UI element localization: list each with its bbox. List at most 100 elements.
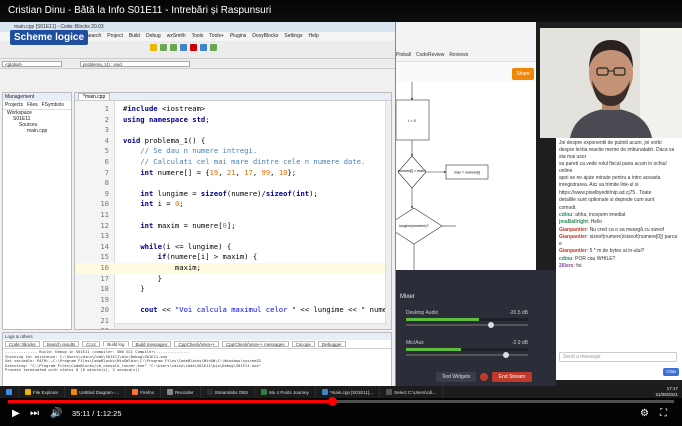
code-line[interactable]: 3 — [75, 125, 391, 136]
code-editor[interactable]: *main.cpp 1 #include <iostream> 2 using nam… — [74, 92, 392, 330]
play-icon[interactable]: ▶ — [12, 408, 20, 420]
diagram-canvas[interactable]: i = 0 numere[i] > max? max = numere[i] l… — [385, 82, 536, 286]
menu-item[interactable]: Settings — [284, 32, 302, 41]
taskbar-item[interactable]: Firefox — [126, 386, 162, 398]
editor-tab-main[interactable]: *main.cpp — [78, 93, 111, 100]
app-icon — [261, 389, 268, 395]
taskbar-item[interactable]: Streamlabs OBS — [201, 386, 256, 398]
taskbar-item[interactable]: File Explorer — [19, 386, 66, 398]
menu-item[interactable]: Plugins — [230, 32, 246, 41]
code-line[interactable]: 20 cout << "Voi calcula maximul celor " … — [75, 305, 391, 316]
bookmark-codereview[interactable]: CodeReview — [416, 52, 444, 58]
code-line[interactable]: 1 #include <iostream> — [75, 104, 391, 115]
debug-icon[interactable] — [200, 44, 207, 51]
build-run-icon[interactable] — [170, 44, 177, 51]
taskbar-item[interactable]: Mu 4 Posts Journey — [255, 386, 316, 398]
code-line[interactable]: 17 } — [75, 274, 391, 285]
taskbar-item[interactable]: Recorder — [161, 386, 201, 398]
log-tab[interactable]: Build messages — [131, 341, 172, 347]
menu-item[interactable]: wxSmith — [167, 32, 186, 41]
code-line[interactable]: 8 — [75, 178, 391, 189]
volume-icon[interactable]: 🔊 — [50, 408, 62, 420]
code-line[interactable]: 5 // Se dau n numere intregi. — [75, 146, 391, 157]
log-tab[interactable]: CppCheck/Vera++ messages — [222, 341, 289, 347]
volume-knob[interactable] — [488, 322, 495, 328]
abort-icon[interactable] — [190, 44, 197, 51]
step-icon[interactable] — [210, 44, 217, 51]
chat-username[interactable]: cdinu — [559, 256, 572, 262]
taskbar-item[interactable]: Untitled Diagram -... — [65, 386, 127, 398]
windows-icon — [6, 389, 12, 395]
menu-item[interactable]: Help — [309, 32, 319, 41]
code-lines[interactable]: 1 #include <iostream> 2 using namespace std… — [75, 104, 391, 329]
run-icon[interactable] — [160, 44, 167, 51]
build-icon[interactable] — [150, 44, 157, 51]
editor-horizontal-scrollbar[interactable] — [115, 323, 387, 329]
volume-slider[interactable] — [406, 322, 528, 328]
chat-username[interactable]: Gianpantier — [559, 248, 587, 254]
progress-knob[interactable] — [327, 397, 337, 406]
code-line[interactable]: 4 void problema_1() { — [75, 136, 391, 147]
log-tab[interactable]: CppCheck/Vera++ — [174, 341, 220, 347]
start-button[interactable] — [0, 386, 19, 398]
code-line[interactable]: 12 int maxim = numere[0]; — [75, 221, 391, 232]
progress-bar[interactable] — [8, 397, 674, 406]
rebuild-icon[interactable] — [180, 44, 187, 51]
fullscreen-icon[interactable]: ⛶ — [660, 408, 667, 420]
bookmark-reviews[interactable]: Reviews — [449, 52, 468, 58]
log-tab[interactable]: Build log — [103, 341, 129, 347]
code-line[interactable]: 10 int i = 0; — [75, 199, 391, 210]
scope-function-select[interactable]: problema_1() : void — [80, 61, 190, 67]
menu-item[interactable]: Build — [129, 32, 140, 41]
tree-main-cpp[interactable]: main.cpp — [3, 128, 71, 134]
log-tab[interactable]: Cscope — [291, 341, 315, 347]
chat-send-button[interactable]: Chat — [663, 368, 679, 376]
code-line[interactable]: 2 using namespace std; — [75, 115, 391, 126]
log-tab[interactable]: Debugger — [317, 341, 346, 347]
taskbar-item[interactable]: *main.cpp [S01E11]... — [316, 386, 381, 398]
taskbar-item[interactable]: Select C:\Users\cdi... — [380, 386, 444, 398]
scope-global-select[interactable]: <global> — [2, 61, 62, 67]
codeblocks-window: main.cpp [S01E11] - Code::Blocks 20.03 F… — [0, 22, 396, 398]
volume-knob[interactable] — [503, 352, 510, 358]
log-tab[interactable]: Cccc — [82, 341, 101, 347]
editor-vertical-scrollbar[interactable] — [385, 101, 391, 329]
code-line[interactable]: 19 — [75, 295, 391, 306]
code-line[interactable]: 11 — [75, 210, 391, 221]
taskbar-item-label: Streamlabs OBS — [214, 389, 249, 395]
chat-username[interactable]: 26lers — [559, 263, 573, 269]
menu-item[interactable]: Project — [107, 32, 123, 41]
next-icon[interactable]: ⏭ — [30, 408, 39, 420]
log-tab[interactable]: Code::Blocks — [5, 341, 40, 347]
tab-projects[interactable]: Projects — [5, 102, 23, 108]
chat-username[interactable]: Gianpantier — [559, 234, 587, 240]
test-widgets-button[interactable]: Test Widgets — [436, 372, 476, 382]
menu-item[interactable]: Tools — [192, 32, 204, 41]
chat-username[interactable]: cdinu — [559, 212, 572, 218]
log-tab[interactable]: Search results — [42, 341, 80, 347]
tab-fsymbols[interactable]: FSymbols — [42, 102, 64, 108]
share-button[interactable]: Share — [512, 68, 534, 80]
bookmark-pinball[interactable]: Pinball — [396, 52, 411, 58]
volume-slider[interactable] — [406, 352, 528, 358]
settings-icon[interactable]: ⚙ — [640, 408, 649, 420]
menu-item[interactable]: Tools+ — [209, 32, 224, 41]
code-line[interactable]: 16 maxim; — [75, 262, 391, 274]
tab-files[interactable]: Files — [27, 102, 38, 108]
record-icon[interactable] — [480, 373, 488, 381]
code-line[interactable]: 13 — [75, 231, 391, 242]
chat-username[interactable]: Gianpantier — [559, 227, 587, 233]
chat-input[interactable]: Send a message — [559, 352, 677, 362]
code-line[interactable]: 7 int numere[] = {19, 21, 17, 99, 10}; — [75, 168, 391, 179]
code-line[interactable]: 18 } — [75, 284, 391, 295]
chat-username[interactable]: jmaBallright — [559, 219, 588, 225]
code-line[interactable]: 15 if(numere[i] > maxim) { — [75, 252, 391, 263]
end-stream-button[interactable]: End Stream — [492, 372, 532, 382]
code-line[interactable]: 14 while(i <= lungime) { — [75, 242, 391, 253]
menu-item[interactable]: DoxyBlocks — [252, 32, 278, 41]
line-text: int lungime = sizeof(numere)/sizeof(int)… — [140, 188, 318, 198]
menu-item[interactable]: Debug — [146, 32, 161, 41]
code-line[interactable]: 9 int lungime = sizeof(numere)/sizeof(in… — [75, 188, 391, 200]
code-line[interactable]: 6 // Calculati cel mai mare dintre cele … — [75, 157, 391, 168]
taskbar-item-label: Untitled Diagram -... — [79, 389, 120, 395]
